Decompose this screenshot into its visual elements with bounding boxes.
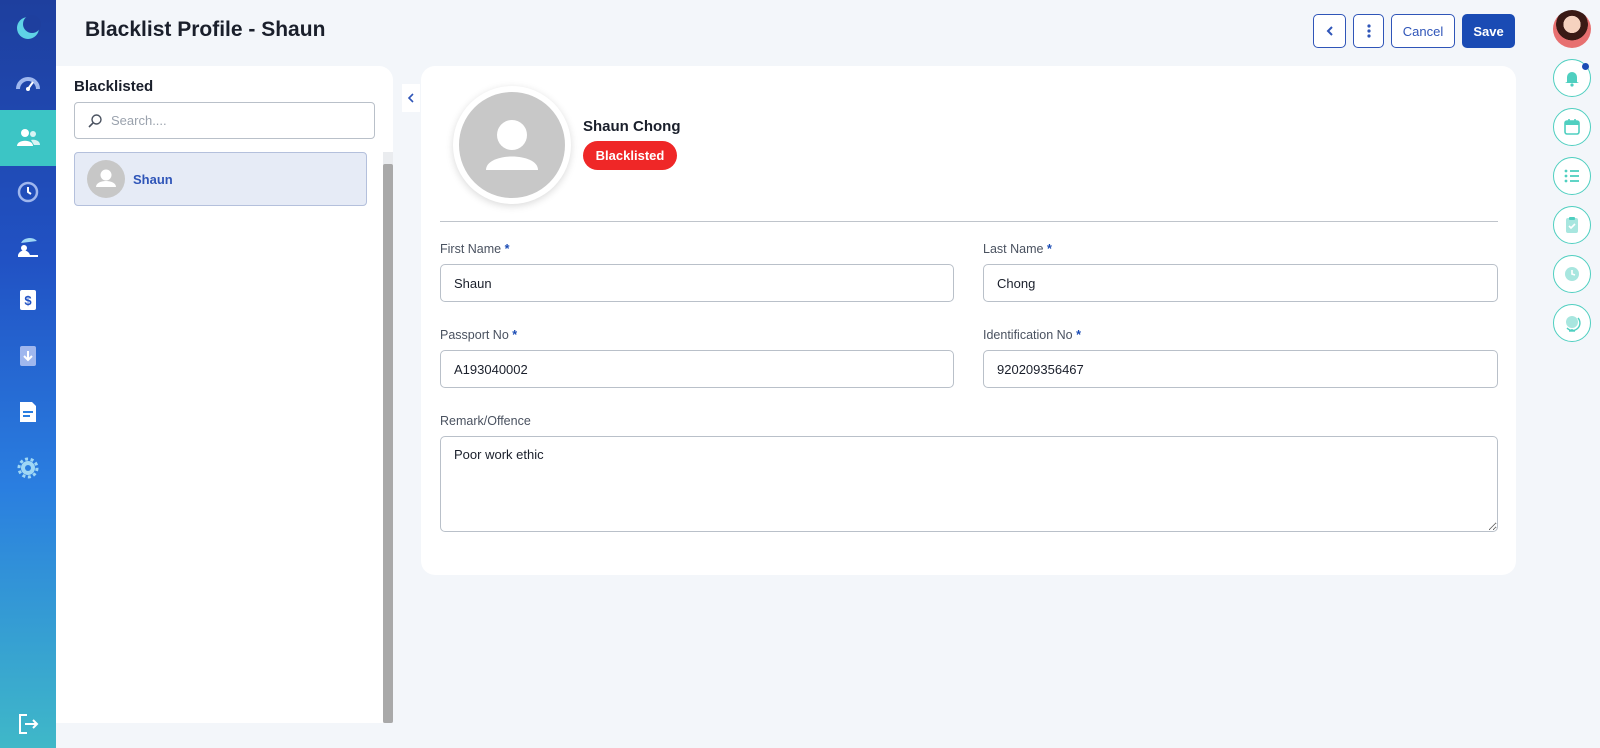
required-mark: * — [504, 242, 510, 256]
nav-leave[interactable] — [0, 218, 56, 274]
passport-label-text: Passport No — [440, 328, 509, 342]
remark-label-text: Remark/Offence — [440, 414, 531, 428]
list-item[interactable]: Shaun — [74, 152, 367, 206]
person-icon — [486, 120, 538, 170]
identification-label-text: Identification No — [983, 328, 1073, 342]
identification-field[interactable] — [983, 350, 1498, 388]
required-mark: * — [512, 328, 518, 342]
nav-settings[interactable] — [0, 440, 56, 496]
chevron-left-icon — [1326, 26, 1333, 36]
globe-button[interactable] — [1553, 304, 1591, 342]
profile-card: Shaun Chong Blacklisted First Name * Las… — [421, 66, 1516, 575]
person-icon — [96, 169, 116, 187]
list-icon — [1564, 169, 1579, 183]
last-name-label-text: Last Name — [983, 242, 1044, 256]
list-button[interactable] — [1553, 157, 1591, 195]
passport-field[interactable] — [440, 350, 954, 388]
passport-label: Passport No * — [440, 328, 517, 342]
beach-icon — [18, 238, 38, 257]
status-badge: Blacklisted — [583, 141, 677, 170]
clipboard-button[interactable] — [1553, 206, 1591, 244]
required-mark: * — [1076, 328, 1081, 342]
clock-icon — [1565, 267, 1579, 281]
nav-history[interactable] — [0, 164, 56, 220]
page-title: Blacklist Profile - Shaun — [85, 18, 326, 41]
notification-dot — [1582, 63, 1589, 70]
nav-logout[interactable] — [0, 696, 56, 748]
chevron-left-icon — [407, 93, 414, 103]
cancel-button[interactable]: Cancel — [1391, 14, 1455, 48]
globe-icon — [1566, 316, 1581, 332]
add-doc-icon — [20, 346, 36, 366]
first-name-label: First Name * — [440, 242, 509, 256]
moon-logo-icon — [17, 15, 41, 39]
profile-name: Shaun Chong — [583, 118, 681, 135]
avatar — [459, 92, 565, 198]
app-logo[interactable] — [0, 0, 56, 56]
save-button[interactable]: Save — [1462, 14, 1515, 48]
nav-payroll[interactable]: $ — [0, 272, 56, 328]
search-icon — [88, 113, 102, 128]
remark-label: Remark/Offence — [440, 414, 531, 428]
user-avatar[interactable] — [1553, 10, 1591, 48]
nav-reports[interactable] — [0, 384, 56, 440]
remark-textarea[interactable]: Poor work ethic — [440, 436, 1498, 532]
back-button[interactable] — [1313, 14, 1346, 48]
nav-claims[interactable] — [0, 328, 56, 384]
more-options-button[interactable] — [1353, 14, 1384, 48]
speedometer-icon — [16, 77, 40, 91]
nav-dashboard[interactable] — [0, 56, 56, 112]
more-vertical-icon — [1366, 24, 1371, 38]
gear-icon — [17, 457, 39, 479]
profile-photo[interactable] — [453, 86, 571, 204]
last-name-label: Last Name * — [983, 242, 1052, 256]
required-mark: * — [1046, 242, 1052, 256]
clock-button[interactable] — [1553, 255, 1591, 293]
search-input[interactable] — [111, 113, 351, 128]
blacklist-panel: Blacklisted Shaun — [56, 66, 393, 723]
logout-icon — [19, 714, 39, 734]
last-name-field[interactable] — [983, 264, 1498, 302]
bell-icon — [1565, 72, 1579, 87]
calendar-icon — [1564, 119, 1580, 135]
list-item-name: Shaun — [133, 171, 173, 187]
left-nav: $ — [0, 0, 56, 748]
avatar — [87, 160, 125, 198]
nav-people[interactable] — [0, 110, 56, 166]
svg-text:$: $ — [24, 293, 32, 308]
first-name-label-text: First Name — [440, 242, 502, 256]
collapse-panel-button[interactable] — [402, 84, 420, 112]
dollar-doc-icon: $ — [20, 290, 36, 310]
scrollbar[interactable] — [383, 152, 393, 723]
users-icon — [17, 129, 40, 146]
document-icon — [20, 402, 36, 422]
history-icon — [17, 181, 39, 203]
first-name-field[interactable] — [440, 264, 954, 302]
search-box[interactable] — [74, 102, 375, 139]
identification-label: Identification No * — [983, 328, 1081, 342]
notifications-button[interactable] — [1553, 59, 1591, 97]
clipboard-icon — [1566, 217, 1578, 233]
list-title: Blacklisted — [74, 78, 154, 95]
divider — [440, 221, 1498, 222]
scrollbar-thumb[interactable] — [383, 164, 393, 723]
calendar-button[interactable] — [1553, 108, 1591, 146]
